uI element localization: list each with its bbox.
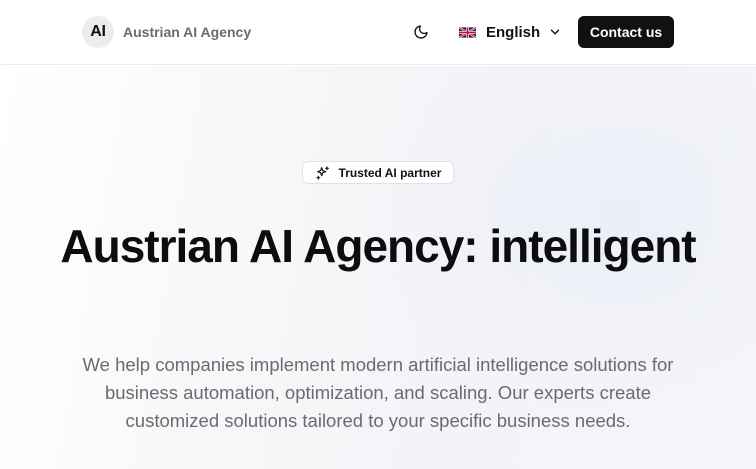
sparkles-icon xyxy=(315,165,329,180)
chevron-down-icon xyxy=(550,29,560,35)
trusted-partner-badge: Trusted AI partner xyxy=(302,161,454,184)
badge-label: Trusted AI partner xyxy=(338,165,442,180)
logo-text: Austrian AI Agency xyxy=(123,24,252,40)
language-selector[interactable]: English xyxy=(459,20,562,44)
moon-icon xyxy=(414,25,428,39)
contact-us-button[interactable]: Contact us xyxy=(578,16,674,48)
hero-title: Austrian AI Agency: intelligent xyxy=(60,220,696,272)
hero-description: We help companies implement modern artif… xyxy=(82,354,674,431)
theme-toggle-button[interactable] xyxy=(408,19,434,45)
logo-badge: AI xyxy=(82,16,114,48)
language-label: English xyxy=(486,23,541,41)
uk-flag-icon xyxy=(459,26,476,38)
site-header: AI Austrian AI Agency English Contact us xyxy=(0,0,756,65)
hero-section: Trusted AI partner Austrian AI Agency: i… xyxy=(0,66,756,469)
logo[interactable]: AI Austrian AI Agency xyxy=(82,16,251,48)
